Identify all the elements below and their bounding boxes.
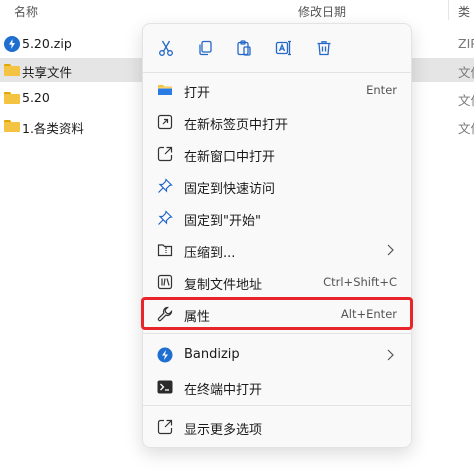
file-type: 文件 [458,93,474,108]
menu-item-label: 在终端中打开 [184,383,263,398]
menu-item-open-new-tab[interactable]: 在新标签页中打开 [147,107,409,137]
menu-item-shortcut: Enter [366,83,397,97]
zip-folder-icon [157,242,173,258]
menu-item-label: 复制文件地址 [184,278,263,293]
file-name: 5.20.zip [22,36,72,51]
paste-icon [237,40,251,56]
menu-item-label: 显示更多选项 [184,423,263,438]
pin-icon [157,178,173,194]
trash-icon [317,41,331,56]
menu-item-open[interactable]: 打开 Enter [147,75,409,105]
new-tab-icon [157,114,173,130]
folder-icon [4,90,20,106]
menu-divider [143,72,411,73]
folder-icon [4,118,20,134]
menu-toolbar [143,24,413,72]
file-name: 5.20 [22,90,50,105]
rename-icon [275,40,291,56]
rename-button[interactable] [269,33,299,63]
file-name: 共享文件 [22,65,73,80]
menu-item-label: 在新标签页中打开 [184,118,289,133]
file-name: 1.各类资料 [22,121,84,136]
delete-button[interactable] [309,33,339,63]
menu-item-copy-path[interactable]: 复制文件地址 Ctrl+Shift+C [147,267,409,297]
scissors-icon [159,40,173,56]
menu-item-label: 固定到"开始" [184,214,261,229]
menu-item-shortcut: Ctrl+Shift+C [323,275,397,289]
folder-icon [4,62,20,78]
copy-icon [199,40,212,56]
chevron-right-icon [387,244,394,256]
menu-item-label: 在新窗口中打开 [184,150,276,165]
menu-item-pin-start[interactable]: 固定到"开始" [147,203,409,233]
column-modified[interactable]: 修改日期 [298,3,346,20]
menu-item-label: 属性 [184,310,211,325]
terminal-icon [157,379,173,395]
wrench-icon [157,306,173,322]
menu-item-compress[interactable]: 压缩到... [147,235,409,265]
column-type[interactable]: 类 [458,3,470,20]
column-header: 名称 修改日期 类 [0,0,474,22]
column-divider[interactable] [448,0,449,20]
menu-item-more-options[interactable]: 显示更多选项 [147,412,409,442]
menu-item-pin-quick-access[interactable]: 固定到快速访问 [147,171,409,201]
bandizip-icon [157,347,173,363]
column-name[interactable]: 名称 [14,3,38,20]
menu-item-label: 打开 [184,86,211,101]
chevron-right-icon [387,349,394,361]
new-window-icon [157,146,173,162]
file-type: ZIP [458,36,474,51]
cut-button[interactable] [151,33,181,63]
menu-item-open-new-window[interactable]: 在新窗口中打开 [147,139,409,169]
zip-icon [4,36,20,52]
menu-item-terminal[interactable]: 在终端中打开 [147,372,409,402]
menu-item-bandizip[interactable]: Bandizip [147,340,409,370]
menu-item-properties[interactable]: 属性 Alt+Enter [147,299,409,329]
file-explorer: 名称 修改日期 类 5.20.zip ZIP 共享文件 文件 5.20 文件 1… [0,0,474,474]
copy-button[interactable] [190,33,220,63]
pin-icon [157,210,173,226]
menu-divider [143,405,411,406]
menu-item-label: 固定到快速访问 [184,182,276,197]
file-type: 文件 [458,65,474,80]
menu-item-label: Bandizip [184,347,240,362]
menu-item-shortcut: Alt+Enter [340,307,397,321]
menu-divider [143,333,411,334]
more-options-icon [157,419,173,435]
folder-open-icon [157,82,173,98]
paste-button[interactable] [229,33,259,63]
file-type: 文件 [458,121,474,136]
menu-item-label: 压缩到... [184,246,236,261]
context-menu: 打开 Enter 在新标签页中打开 在新窗口中打开 固定到快速访问 固定到"开始… [142,23,412,448]
copy-path-icon [157,274,173,290]
